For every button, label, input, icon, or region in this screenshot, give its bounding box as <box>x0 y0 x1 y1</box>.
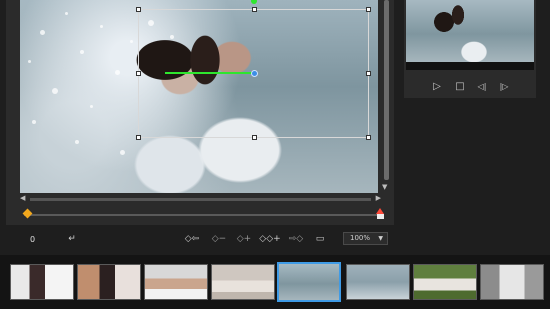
filmstrip-thumbnail[interactable] <box>211 264 275 300</box>
scrollbar-track[interactable] <box>30 198 371 201</box>
resize-handle[interactable] <box>366 135 371 140</box>
filmstrip-thumbnail[interactable] <box>480 264 544 300</box>
motion-path-handle[interactable] <box>251 70 258 77</box>
scrollbar-thumb[interactable] <box>384 0 389 180</box>
return-icon[interactable]: ↵ <box>64 233 80 245</box>
remove-keyframe-button[interactable]: ◇− <box>208 233 230 245</box>
resize-handle[interactable] <box>136 7 141 12</box>
filmstrip-thumbnail-selected[interactable] <box>277 262 341 302</box>
filmstrip-thumbnail[interactable] <box>413 264 477 300</box>
resize-handle[interactable] <box>366 71 371 76</box>
resize-handle[interactable] <box>366 7 371 12</box>
scroll-right-icon[interactable]: ▶ <box>376 194 381 202</box>
zoom-select[interactable]: 100% ▼ <box>343 232 388 245</box>
filmstrip-thumbnail[interactable] <box>10 264 74 300</box>
resize-handle[interactable] <box>252 7 257 12</box>
scroll-left-icon[interactable]: ◀ <box>20 194 25 202</box>
fit-view-icon[interactable]: ▭ <box>313 233 327 245</box>
preview-progress-bar[interactable] <box>406 62 534 70</box>
resize-handle[interactable] <box>136 71 141 76</box>
scroll-down-icon[interactable]: ▼ <box>382 183 387 191</box>
chevron-down-icon: ▼ <box>378 235 383 242</box>
add-keyframe-button[interactable]: ◇+ <box>234 233 254 245</box>
filmstrip-thumbnail[interactable] <box>346 264 410 300</box>
duplicate-keyframe-button[interactable]: ◇◇+ <box>258 233 282 245</box>
motion-path-line <box>165 72 253 74</box>
previous-keyframe-button[interactable]: ◇⇦ <box>181 233 203 245</box>
previous-frame-icon[interactable]: ◁| <box>475 80 489 94</box>
resize-handle[interactable] <box>252 135 257 140</box>
filmstrip-thumbnail[interactable] <box>144 264 208 300</box>
zoom-value: 100% <box>350 234 371 242</box>
horizontal-scrollbar[interactable]: ◀ ▶ <box>20 194 381 204</box>
keyframe-timeline[interactable] <box>24 214 382 216</box>
next-frame-icon[interactable]: |▷ <box>497 80 511 94</box>
resize-handle[interactable] <box>136 135 141 140</box>
next-keyframe-button[interactable]: ⇨◇ <box>285 233 307 245</box>
preview-image <box>406 0 534 62</box>
play-icon[interactable]: ▷ <box>430 80 444 94</box>
filmstrip-thumbnail[interactable] <box>77 264 141 300</box>
end-keyframe-marker[interactable] <box>376 208 385 220</box>
time-display: 0 <box>30 235 36 244</box>
stop-icon[interactable]: □ <box>453 80 467 94</box>
vertical-scrollbar[interactable]: ▼ <box>381 0 391 193</box>
